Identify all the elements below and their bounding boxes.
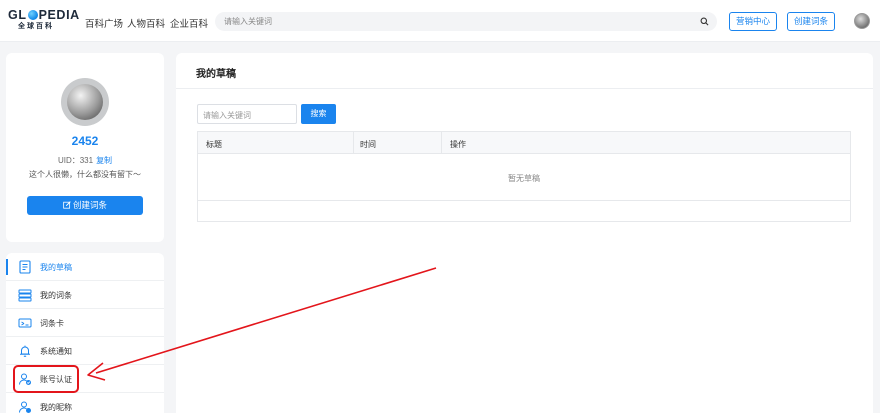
logo-subtitle: 全球百科 — [18, 23, 54, 30]
profile-username: 2452 — [71, 134, 99, 148]
profile-uid: UID：331 复制 — [6, 155, 164, 166]
table-header: 标题 时间 操作 — [198, 132, 850, 154]
entries-icon — [18, 289, 32, 302]
marketing-center-button[interactable]: 营销中心 — [729, 12, 777, 31]
menu-item-system-notifications[interactable]: 系统通知 — [6, 337, 164, 365]
column-header-title: 标题 — [206, 140, 222, 149]
search-icon[interactable] — [700, 17, 709, 26]
nav-encyclopedia-square[interactable]: 百科广场 — [85, 16, 123, 30]
create-entry-button[interactable]: 创建词条 — [27, 196, 143, 215]
bell-icon — [20, 345, 30, 357]
active-indicator — [6, 259, 8, 275]
profile-bio: 这个人很懒，什么都没有留下～ — [29, 170, 141, 179]
menu-label: 我的昵称 — [40, 403, 72, 412]
profile-card: 2452 UID：331 复制 这个人很懒，什么都没有留下～ 创建词条 — [6, 53, 164, 242]
menu-item-my-drafts[interactable]: 我的草稿 — [6, 253, 164, 281]
drafts-table: 标题 时间 操作 暂无草稿 — [197, 131, 851, 222]
nav-people-encyclopedia[interactable]: 人物百科 — [127, 16, 165, 30]
user-avatar[interactable] — [854, 13, 870, 29]
search-button[interactable]: 搜索 — [301, 104, 336, 124]
drafts-panel: 我的草稿 请输入关键词 搜索 标题 时间 操作 暂无草稿 — [176, 53, 873, 413]
edit-icon — [63, 201, 71, 209]
draft-icon — [19, 260, 31, 274]
menu-item-my-nickname[interactable]: 我的昵称 — [6, 393, 164, 413]
logo-wordmark: GL PEDIA — [8, 8, 80, 22]
menu-item-my-entries[interactable]: 我的词条 — [6, 281, 164, 309]
column-header-actions: 操作 — [450, 140, 466, 149]
table-footer-divider — [198, 200, 850, 201]
create-entry-header-button[interactable]: 创建词条 — [787, 12, 835, 31]
page-title: 我的草稿 — [196, 69, 236, 80]
profile-avatar — [61, 78, 109, 126]
menu-label: 词条卡 — [40, 319, 64, 328]
nav-enterprise-encyclopedia[interactable]: 企业百科 — [170, 16, 208, 30]
menu-label: 系统通知 — [40, 347, 72, 356]
card-icon — [18, 318, 32, 328]
menu-item-entry-card[interactable]: 词条卡 — [6, 309, 164, 337]
search-placeholder: 请输入关键词 — [224, 17, 272, 26]
title-divider — [176, 88, 873, 89]
user-edit-icon — [19, 401, 31, 413]
glopedia-logo[interactable]: GL PEDIA 全球百科 — [8, 8, 80, 33]
top-header: GL PEDIA 全球百科 百科广场 人物百科 企业百科 请输入关键词 营销中心 … — [0, 0, 880, 42]
keyword-search-input[interactable]: 请输入关键词 — [197, 104, 297, 124]
menu-label: 我的词条 — [40, 291, 72, 300]
empty-state: 暂无草稿 — [508, 174, 540, 183]
annotation-highlight-box — [13, 365, 79, 393]
menu-label: 我的草稿 — [40, 263, 72, 272]
globe-icon — [27, 10, 38, 20]
global-search-input[interactable]: 请输入关键词 — [215, 12, 717, 31]
copy-uid-link[interactable]: 复制 — [96, 156, 112, 165]
column-header-time: 时间 — [360, 140, 376, 149]
uid-text: UID：331 — [57, 156, 94, 165]
